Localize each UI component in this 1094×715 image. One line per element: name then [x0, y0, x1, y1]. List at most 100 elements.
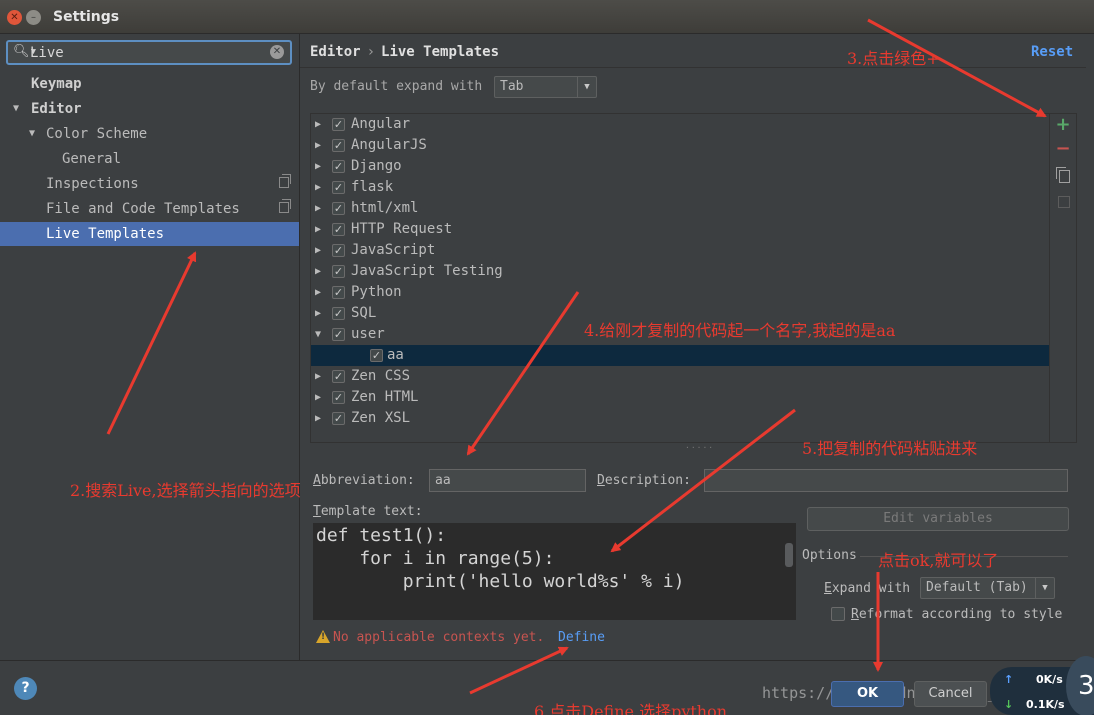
- abbreviation-input[interactable]: [429, 469, 586, 492]
- sidebar-item-general[interactable]: General: [0, 147, 299, 171]
- template-checkbox[interactable]: ✓: [332, 370, 345, 383]
- window-title: Settings: [53, 9, 120, 25]
- template-label: HTTP Request: [351, 221, 453, 237]
- expanded-triangle-icon[interactable]: ▼: [315, 324, 321, 345]
- template-checkbox[interactable]: ✓: [332, 118, 345, 131]
- edit-variables-button[interactable]: Edit variables: [807, 507, 1069, 531]
- template-group-row[interactable]: ▶ ✓ AngularJS: [311, 135, 1049, 156]
- collapsed-triangle-icon[interactable]: ▶: [315, 387, 321, 408]
- template-label: aa: [387, 347, 404, 363]
- expand-triangle-icon[interactable]: ▼: [13, 97, 19, 121]
- template-group-row[interactable]: ▶ ✓ HTTP Request: [311, 219, 1049, 240]
- code-line: print('hello world%s' % i): [316, 571, 685, 592]
- template-group-row[interactable]: ✓ aa: [311, 345, 1049, 366]
- templates-tree[interactable]: ▶ ✓ Angular ▶ ✓ AngularJS ▶ ✓ Django ▶ ✓ flask ▶ ✓ htm…: [310, 113, 1050, 443]
- sidebar-item-keymap[interactable]: Keymap: [0, 72, 299, 96]
- search-box[interactable]: 🔍︎▾ ✕: [6, 40, 292, 65]
- template-group-row[interactable]: ▶ ✓ flask: [311, 177, 1049, 198]
- template-group-row[interactable]: ▶ ✓ Python: [311, 282, 1049, 303]
- close-window-button[interactable]: ✕: [7, 10, 22, 25]
- template-group-row[interactable]: ▶ ✓ Angular: [311, 114, 1049, 135]
- sidebar-item-editor[interactable]: ▼ Editor: [0, 97, 299, 121]
- search-input[interactable]: [30, 44, 270, 62]
- expand-with-label: Expand with: [824, 581, 911, 596]
- template-checkbox[interactable]: ✓: [332, 139, 345, 152]
- editor-scrollbar[interactable]: [785, 543, 793, 567]
- collapsed-triangle-icon[interactable]: ▶: [315, 135, 321, 156]
- annotation-step-ok: 点击ok,就可以了: [878, 551, 999, 570]
- options-title: Options: [802, 548, 857, 563]
- cancel-button[interactable]: Cancel: [914, 681, 987, 707]
- template-checkbox[interactable]: ✓: [332, 265, 345, 278]
- remove-icon[interactable]: −: [1054, 140, 1072, 158]
- define-link[interactable]: Define: [558, 630, 605, 645]
- collapsed-triangle-icon[interactable]: ▶: [315, 240, 321, 261]
- warning-icon: [316, 630, 330, 643]
- template-checkbox[interactable]: ✓: [332, 202, 345, 215]
- expand-triangle-icon[interactable]: ▼: [29, 122, 35, 146]
- template-label: AngularJS: [351, 137, 427, 153]
- template-checkbox[interactable]: ✓: [332, 307, 345, 320]
- title-bar: ✕ – Settings: [0, 0, 1094, 34]
- expand-with-dropdown[interactable]: Default (Tab) ▼: [920, 577, 1055, 599]
- template-label: flask: [351, 179, 394, 195]
- breadcrumb: Editor › Live Templates: [310, 44, 500, 60]
- add-icon[interactable]: +: [1054, 116, 1072, 134]
- template-group-row[interactable]: ▶ ✓ Django: [311, 156, 1049, 177]
- chevron-down-icon: ▼: [1035, 578, 1054, 598]
- template-group-row[interactable]: ▶ ✓ JavaScript: [311, 240, 1049, 261]
- annotation-step4: 4.给刚才复制的代码起一个名字,我起的是aa: [584, 321, 896, 340]
- template-group-row[interactable]: ▶ ✓ Zen HTML: [311, 387, 1049, 408]
- annotation-step2: 2.搜索Live,选择箭头指向的选项: [70, 481, 301, 500]
- default-expand-dropdown[interactable]: Tab ▼: [494, 76, 597, 98]
- template-label: html/xml: [351, 200, 419, 216]
- collapsed-triangle-icon[interactable]: ▶: [315, 177, 321, 198]
- template-checkbox[interactable]: ✓: [332, 328, 345, 341]
- resize-grip-icon[interactable]: ·····: [685, 443, 714, 452]
- template-text-editor[interactable]: def test1(): for i in range(5): print('h…: [313, 523, 796, 620]
- collapsed-triangle-icon[interactable]: ▶: [315, 156, 321, 177]
- collapsed-triangle-icon[interactable]: ▶: [315, 282, 321, 303]
- duplicate-icon[interactable]: [1054, 166, 1072, 184]
- template-group-row[interactable]: ▶ ✓ JavaScript Testing: [311, 261, 1049, 282]
- sidebar-item-color-scheme[interactable]: ▼ Color Scheme: [0, 122, 299, 146]
- template-label: SQL: [351, 305, 377, 321]
- project-settings-icon: [279, 174, 291, 188]
- description-input[interactable]: [704, 469, 1068, 492]
- help-icon[interactable]: ?: [14, 677, 37, 700]
- sidebar-item-file-and-code-templates[interactable]: File and Code Templates: [0, 197, 299, 221]
- template-checkbox[interactable]: ✓: [332, 223, 345, 236]
- restore-defaults-icon[interactable]: [1054, 192, 1072, 210]
- network-badge[interactable]: 3: [1066, 656, 1094, 715]
- template-label: Django: [351, 158, 402, 174]
- template-checkbox[interactable]: ✓: [332, 181, 345, 194]
- collapsed-triangle-icon[interactable]: ▶: [315, 219, 321, 240]
- reset-link[interactable]: Reset: [1031, 44, 1073, 60]
- template-checkbox[interactable]: ✓: [370, 349, 383, 362]
- collapsed-triangle-icon[interactable]: ▶: [315, 408, 321, 429]
- template-label: Python: [351, 284, 402, 300]
- template-group-row[interactable]: ▶ ✓ html/xml: [311, 198, 1049, 219]
- template-checkbox[interactable]: ✓: [332, 160, 345, 173]
- reformat-checkbox[interactable]: [831, 607, 845, 621]
- minimize-window-button[interactable]: –: [26, 10, 41, 25]
- clear-search-icon[interactable]: ✕: [270, 45, 284, 59]
- description-label: Description:: [597, 473, 691, 488]
- collapsed-triangle-icon[interactable]: ▶: [315, 114, 321, 135]
- template-checkbox[interactable]: ✓: [332, 286, 345, 299]
- collapsed-triangle-icon[interactable]: ▶: [315, 366, 321, 387]
- template-checkbox[interactable]: ✓: [332, 244, 345, 257]
- template-label: Zen XSL: [351, 410, 411, 426]
- template-group-row[interactable]: ▶ ✓ Zen XSL: [311, 408, 1049, 429]
- sidebar-item-inspections[interactable]: Inspections: [0, 172, 299, 196]
- collapsed-triangle-icon[interactable]: ▶: [315, 261, 321, 282]
- template-checkbox[interactable]: ✓: [332, 391, 345, 404]
- annotation-step6: 6.点击Define,选择python,: [534, 702, 733, 715]
- collapsed-triangle-icon[interactable]: ▶: [315, 198, 321, 219]
- ok-button[interactable]: OK: [831, 681, 904, 707]
- template-checkbox[interactable]: ✓: [332, 412, 345, 425]
- sidebar-item-live-templates[interactable]: Live Templates: [0, 222, 299, 246]
- template-group-row[interactable]: ▶ ✓ Zen CSS: [311, 366, 1049, 387]
- collapsed-triangle-icon[interactable]: ▶: [315, 303, 321, 324]
- template-label: Zen CSS: [351, 368, 411, 384]
